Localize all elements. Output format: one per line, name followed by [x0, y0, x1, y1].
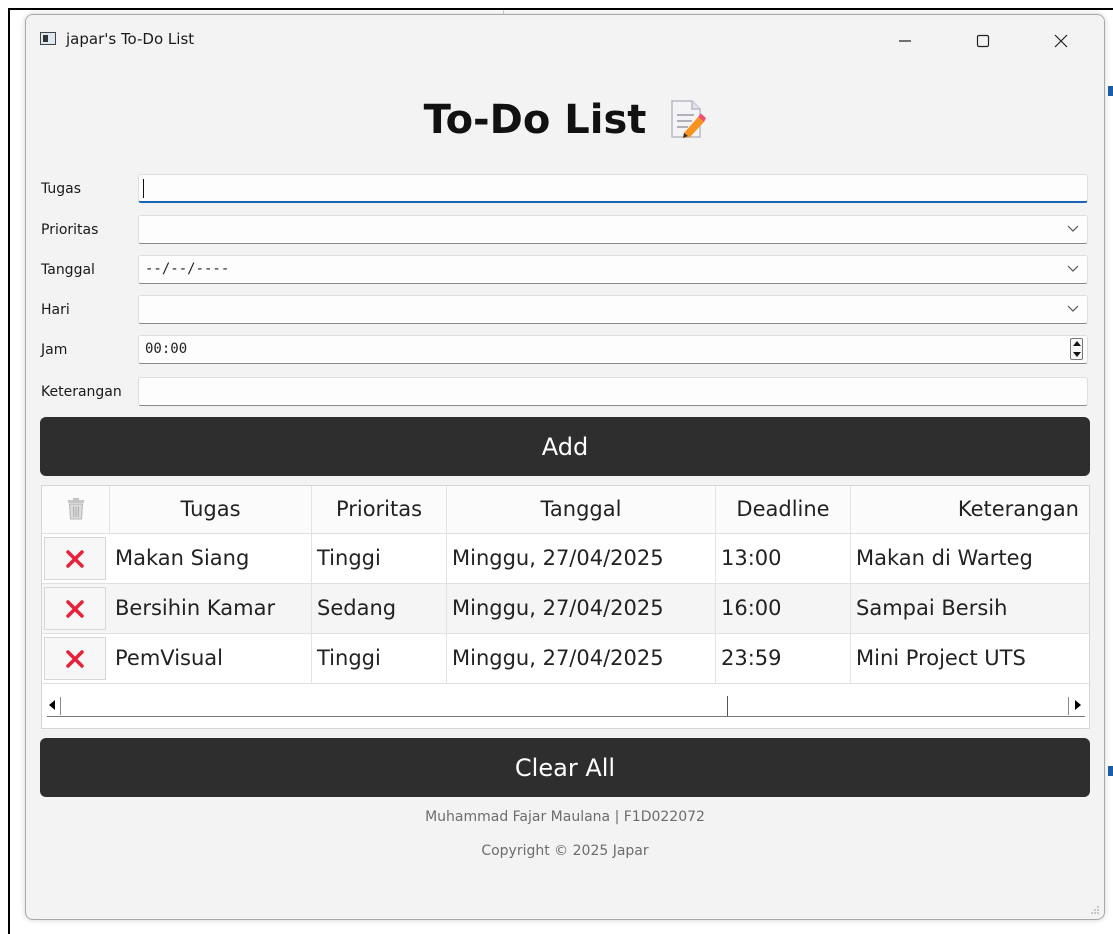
tanggal-label: Tanggal: [41, 262, 95, 278]
maximize-icon: [976, 34, 990, 48]
hari-select[interactable]: [138, 295, 1088, 324]
cell-keterangan[interactable]: Sampai Bersih: [851, 584, 1089, 633]
close-button[interactable]: [1039, 23, 1083, 59]
cell-tanggal[interactable]: Minggu, 27/04/2025: [447, 634, 716, 683]
window-title: japar's To-Do List: [66, 30, 195, 48]
horizontal-scrollbar[interactable]: [42, 684, 1089, 728]
tanggal-value: --/--/----: [145, 261, 230, 277]
delete-row-button[interactable]: [44, 537, 106, 580]
minimize-icon: [899, 40, 911, 42]
tugas-label: Tugas: [41, 181, 82, 197]
minimize-button[interactable]: [883, 23, 927, 59]
spin-down-icon[interactable]: [1073, 352, 1081, 357]
background-accent: [1108, 766, 1113, 776]
keterangan-input[interactable]: [138, 377, 1088, 406]
add-button[interactable]: Add: [40, 417, 1090, 476]
keterangan-label: Keterangan: [41, 384, 122, 400]
table-header: Tugas Prioritas Tanggal Deadline Keteran…: [42, 486, 1089, 534]
app-icon: [40, 32, 56, 45]
jam-value: 00:00: [145, 341, 188, 357]
prioritas-label: Prioritas: [41, 222, 99, 238]
delete-row-button[interactable]: [44, 587, 106, 630]
chevron-down-icon: [1067, 225, 1079, 232]
scroll-left-icon[interactable]: [49, 700, 55, 710]
column-header-tanggal[interactable]: Tanggal: [447, 486, 716, 533]
scrollbar-divider: [1068, 697, 1069, 715]
footer-author: Muhammad Fajar Maulana | F1D022072: [425, 809, 705, 825]
cell-deadline[interactable]: 23:59: [716, 634, 851, 683]
scrollbar-thumb[interactable]: [64, 696, 728, 716]
cell-tanggal[interactable]: Minggu, 27/04/2025: [447, 534, 716, 583]
prioritas-select[interactable]: [138, 215, 1088, 244]
column-header-prioritas[interactable]: Prioritas: [312, 486, 447, 533]
column-header-tugas[interactable]: Tugas: [110, 486, 312, 533]
cell-tanggal[interactable]: Minggu, 27/04/2025: [447, 584, 716, 633]
cell-prioritas[interactable]: Tinggi: [312, 634, 447, 683]
column-header-keterangan[interactable]: Keterangan: [851, 486, 1089, 533]
delete-x-icon: [66, 549, 84, 568]
page-title: To-Do List: [26, 97, 1104, 143]
cell-keterangan[interactable]: Makan di Warteg: [851, 534, 1089, 583]
time-spinner[interactable]: [1070, 338, 1083, 360]
cell-tugas[interactable]: PemVisual: [110, 634, 312, 683]
background-accent: [1108, 86, 1113, 96]
tanggal-date-picker[interactable]: --/--/----: [138, 255, 1088, 284]
table-row: PemVisual Tinggi Minggu, 27/04/2025 23:5…: [42, 634, 1089, 684]
cell-deadline[interactable]: 16:00: [716, 584, 851, 633]
footer-copyright: Copyright © 2025 Japar: [481, 843, 649, 859]
table-row: Makan Siang Tinggi Minggu, 27/04/2025 13…: [42, 534, 1089, 584]
jam-label: Jam: [41, 342, 68, 358]
cell-tugas[interactable]: Makan Siang: [110, 534, 312, 583]
hari-label: Hari: [41, 302, 70, 318]
delete-x-icon: [66, 649, 84, 668]
maximize-button[interactable]: [961, 23, 1005, 59]
jam-time-input[interactable]: 00:00: [138, 335, 1088, 364]
todo-table: Tugas Prioritas Tanggal Deadline Keteran…: [41, 485, 1090, 729]
delete-row-button[interactable]: [44, 637, 106, 680]
text-caret: [143, 179, 144, 198]
chevron-down-icon: [1067, 265, 1079, 272]
column-header-deadline[interactable]: Deadline: [716, 486, 851, 533]
trash-icon: [67, 498, 84, 520]
clear-all-button[interactable]: Clear All: [40, 738, 1090, 797]
resize-grip-icon[interactable]: [1090, 905, 1100, 915]
scroll-right-icon[interactable]: [1075, 700, 1081, 710]
cell-prioritas[interactable]: Sedang: [312, 584, 447, 633]
cell-keterangan[interactable]: Mini Project UTS: [851, 634, 1089, 683]
chevron-down-icon: [1067, 305, 1079, 312]
delete-x-icon: [66, 599, 84, 618]
cell-prioritas[interactable]: Tinggi: [312, 534, 447, 583]
app-window: japar's To-Do List To-Do List Tugas Prio…: [25, 14, 1105, 920]
close-icon: [1054, 34, 1068, 48]
title-bar[interactable]: japar's To-Do List: [26, 15, 1104, 65]
tugas-input[interactable]: [138, 174, 1088, 203]
scrollbar-divider: [60, 697, 61, 715]
page-border-top: [8, 8, 1113, 10]
table-row: Bersihin Kamar Sedang Minggu, 27/04/2025…: [42, 584, 1089, 634]
page-border-left: [8, 8, 10, 934]
delete-column-header: [42, 486, 110, 533]
page-title-text: To-Do List: [423, 97, 647, 143]
memo-icon: [668, 99, 707, 139]
spin-up-icon[interactable]: [1073, 341, 1081, 346]
cell-deadline[interactable]: 13:00: [716, 534, 851, 583]
cell-tugas[interactable]: Bersihin Kamar: [110, 584, 312, 633]
